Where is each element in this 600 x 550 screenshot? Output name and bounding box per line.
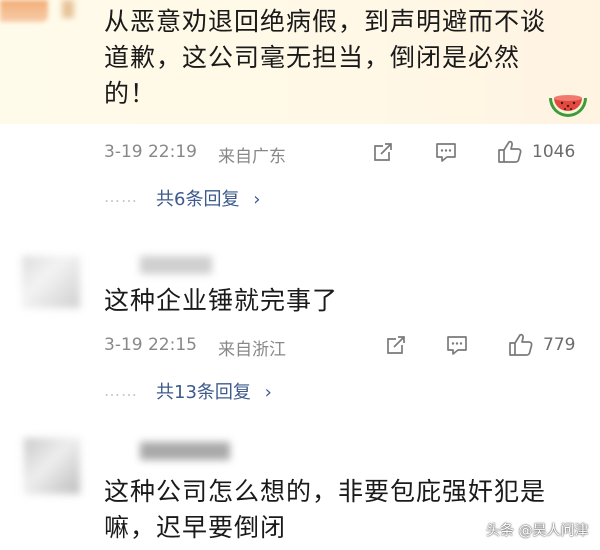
comment-location: 来自浙江 xyxy=(218,340,286,360)
username[interactable] xyxy=(140,442,230,460)
replies-divider: …… xyxy=(104,187,138,206)
comment-time: 3-19 22:19 xyxy=(104,142,197,162)
chevron-right-icon: › xyxy=(264,382,272,403)
comment-icon[interactable] xyxy=(446,334,468,356)
comment-text-line: 从恶意劝退回绝病假，到声明避而不谈 xyxy=(104,7,547,36)
comment-text-line: 这种公司怎么想的，非要包庇强奸犯是 xyxy=(104,477,547,506)
username[interactable] xyxy=(62,0,74,18)
comment-text-line: 道歉，这公司毫无担当，倒闭是必然 xyxy=(104,43,521,72)
view-replies-link[interactable]: 共6条回复 › xyxy=(156,185,260,211)
watermelon-icon xyxy=(549,95,587,117)
replies-label[interactable]: 共13条回复 xyxy=(156,382,251,403)
chevron-right-icon: › xyxy=(253,189,261,210)
like-count: 1046 xyxy=(532,142,576,162)
thumbs-up-icon[interactable] xyxy=(508,332,534,358)
avatar[interactable] xyxy=(24,438,80,494)
share-icon[interactable] xyxy=(372,141,394,163)
replies-divider: …… xyxy=(104,381,138,400)
comment-location: 来自广东 xyxy=(218,147,286,167)
replies-label[interactable]: 共6条回复 xyxy=(156,189,239,210)
comment-text-line: 这种企业锤就完事了 xyxy=(104,286,339,315)
view-replies-link[interactable]: 共13条回复 › xyxy=(156,378,272,404)
comment-time: 3-19 22:15 xyxy=(104,335,197,355)
watermark: 头条 @昊人问津 xyxy=(486,523,589,539)
comment-text-line: 嘛，迟早要倒闭 xyxy=(104,513,287,542)
avatar[interactable] xyxy=(0,0,48,22)
username[interactable] xyxy=(140,256,212,274)
share-icon[interactable] xyxy=(385,334,407,356)
comment-icon[interactable] xyxy=(435,141,457,163)
avatar[interactable] xyxy=(22,256,80,308)
like-count: 779 xyxy=(543,335,576,355)
thumbs-up-icon[interactable] xyxy=(497,139,523,165)
comment-text-line: 的！ xyxy=(104,79,157,108)
